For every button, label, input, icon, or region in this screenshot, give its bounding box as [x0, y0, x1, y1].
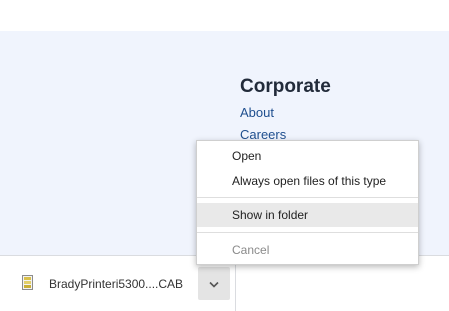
menu-separator — [197, 232, 418, 233]
footer-link-about[interactable]: About — [240, 105, 274, 120]
chevron-down-icon — [209, 275, 219, 293]
menu-item-always-open[interactable]: Always open files of this type — [197, 170, 418, 192]
footer-heading-corporate: Corporate — [240, 76, 331, 97]
download-file-name: BradyPrinteri5300....CAB — [49, 277, 184, 291]
menu-item-cancel[interactable]: Cancel — [197, 239, 418, 261]
download-context-menu: Open Always open files of this type Show… — [196, 140, 419, 265]
menu-item-show-in-folder[interactable]: Show in folder — [197, 203, 418, 227]
menu-separator — [197, 197, 418, 198]
cab-archive-icon — [22, 275, 33, 290]
menu-item-open[interactable]: Open — [197, 145, 418, 167]
download-options-button[interactable] — [198, 267, 230, 300]
